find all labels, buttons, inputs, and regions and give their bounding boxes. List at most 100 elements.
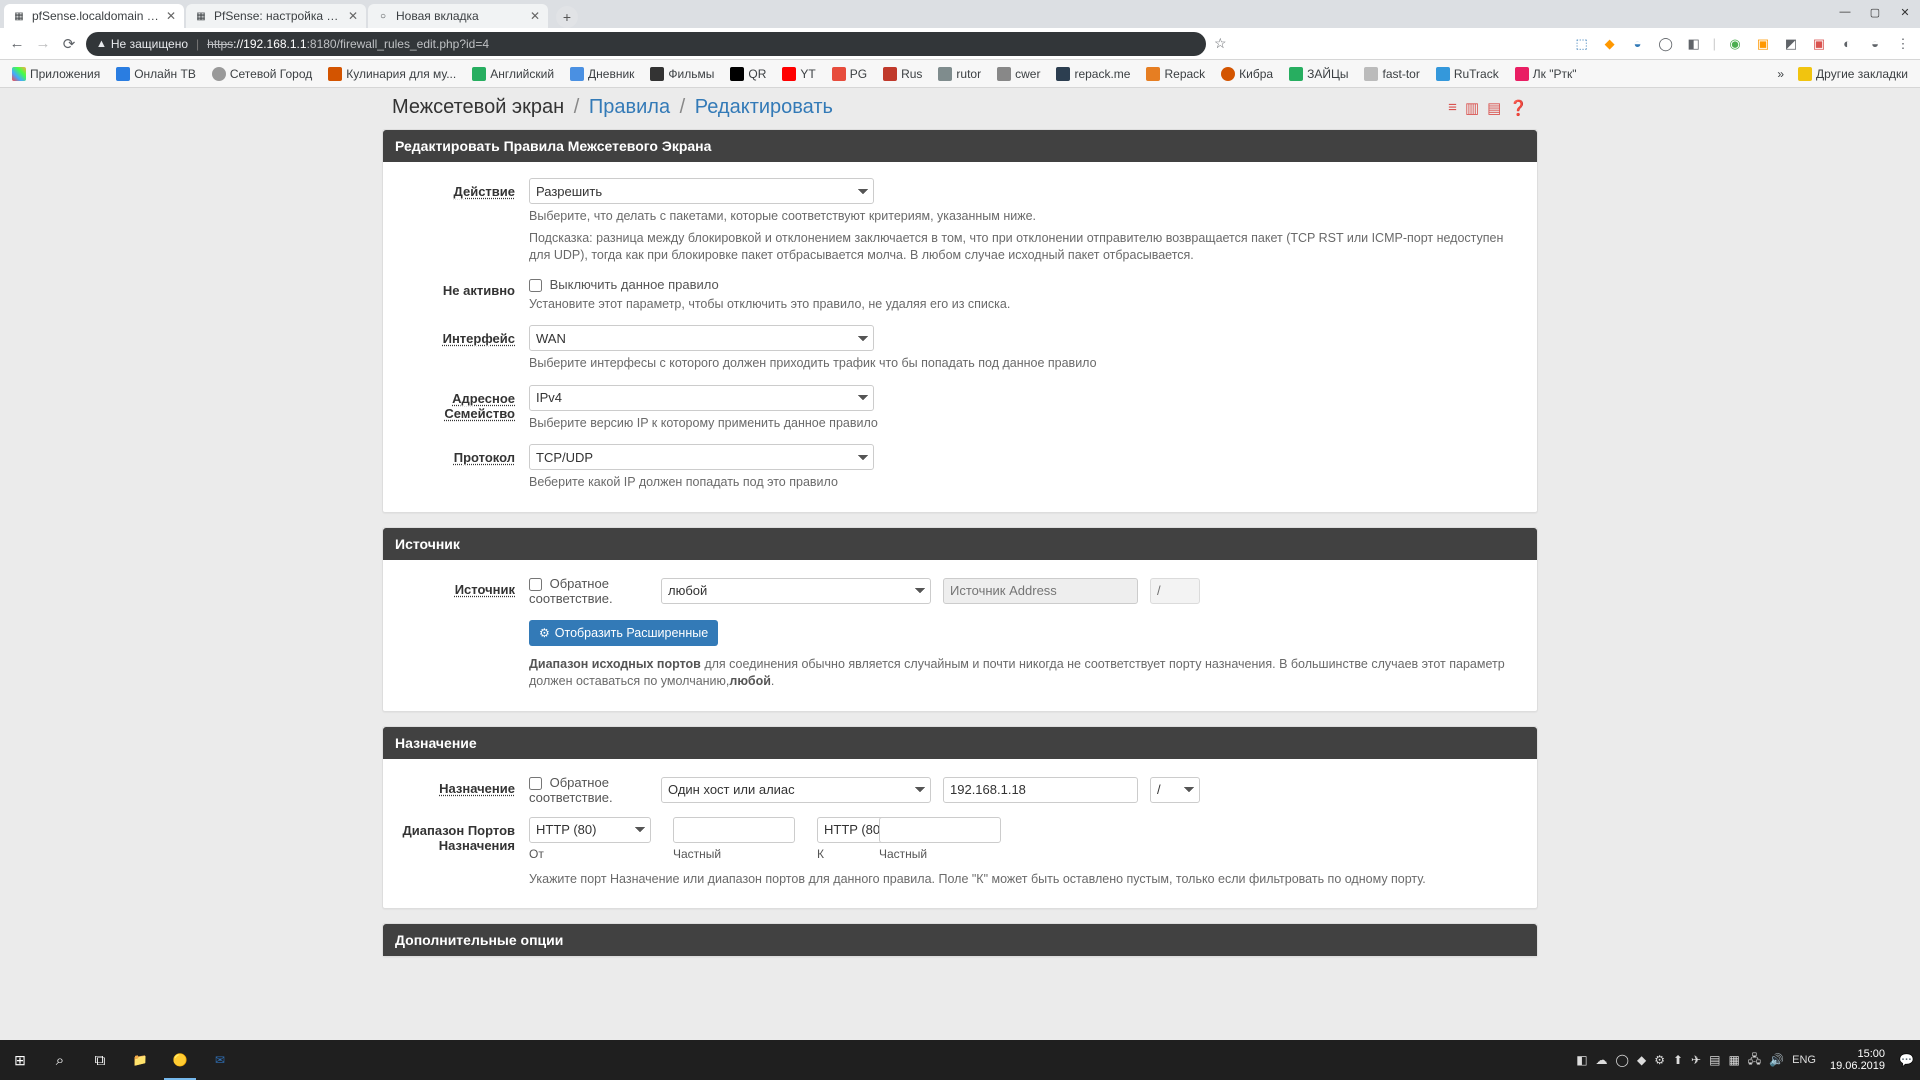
bookmark-item[interactable]: cwer (991, 65, 1046, 83)
volume-icon[interactable]: 🔊 (1769, 1053, 1784, 1067)
back-button[interactable]: ← (8, 35, 26, 52)
tab-title: Новая вкладка (396, 9, 524, 23)
dport-custom-to-input[interactable] (879, 817, 1001, 843)
new-tab-button[interactable]: + (556, 6, 578, 28)
bookmark-item[interactable]: repack.me (1050, 65, 1136, 83)
source-invert-checkbox[interactable] (529, 578, 542, 591)
start-button[interactable]: ⊞ (0, 1040, 40, 1080)
bookmark-item[interactable]: rutor (932, 65, 987, 83)
network-icon[interactable]: 🖧 (1748, 1050, 1761, 1071)
bookmark-item[interactable]: ЗАЙЦы (1283, 65, 1354, 83)
notifications-icon[interactable]: 💬 (1899, 1053, 1914, 1067)
ext-icon[interactable]: ◆ (1601, 35, 1619, 53)
tray-icon[interactable]: ✈ (1691, 1053, 1701, 1067)
bookmark-item[interactable]: Rus (877, 65, 928, 83)
breadcrumb-link-edit[interactable]: Редактировать (695, 96, 833, 118)
search-button[interactable]: ⌕ (40, 1040, 80, 1080)
tray-icon[interactable]: ⬆ (1673, 1053, 1683, 1067)
taskview-button[interactable]: ⧉ (80, 1040, 120, 1080)
tray-icon[interactable]: ◧ (1576, 1053, 1587, 1067)
interface-select[interactable]: WAN (529, 325, 874, 351)
disabled-checkbox-label[interactable]: Выключить данное правило (529, 277, 719, 292)
log-icon[interactable]: ▤ (1487, 99, 1501, 117)
ext-icon[interactable]: ◉ (1726, 35, 1744, 53)
forward-button[interactable]: → (34, 35, 52, 52)
dest-address-input[interactable] (943, 777, 1138, 803)
minimize-button[interactable]: — (1830, 0, 1860, 24)
bookmark-item[interactable]: RuTrack (1430, 65, 1505, 83)
bookmark-item[interactable]: Repack (1140, 65, 1211, 83)
disabled-checkbox[interactable] (529, 279, 542, 292)
dest-mask-select[interactable]: / (1150, 777, 1200, 803)
dest-invert-label[interactable]: Обратное соответствие. (529, 775, 649, 805)
bookmark-item[interactable]: Лк "Ртк" (1509, 65, 1583, 83)
tab-2[interactable]: ▦ PfSense: настройка межсетево… ✕ (186, 4, 366, 28)
tray-icon[interactable]: ⚙ (1654, 1053, 1665, 1067)
address-family-select[interactable]: IPv4 (529, 385, 874, 411)
security-indicator[interactable]: ▲ Не защищено (96, 37, 188, 51)
outlook-app[interactable]: ✉ (200, 1040, 240, 1080)
dest-invert-checkbox[interactable] (529, 777, 542, 790)
avatar-icon[interactable]: ◒ (1866, 35, 1884, 53)
menu-icon[interactable]: ⋮ (1894, 35, 1912, 53)
explorer-app[interactable]: 📁 (120, 1040, 160, 1080)
source-mask-select[interactable]: / (1150, 578, 1200, 604)
maximize-button[interactable]: ▢ (1860, 0, 1890, 24)
ext-icon[interactable]: ◒ (1629, 35, 1647, 53)
bookmark-item[interactable]: QR (724, 65, 772, 83)
help-icon[interactable]: ❓ (1509, 99, 1528, 117)
tab-1[interactable]: ▦ pfSense.localdomain - Межсете… ✕ (4, 4, 184, 28)
taskbar-clock[interactable]: 15:00 19.06.2019 (1824, 1048, 1891, 1072)
breadcrumb-link-rules[interactable]: Правила (589, 96, 670, 118)
dropbox-ext-icon[interactable]: ⬚ (1573, 35, 1591, 53)
bookmark-star-icon[interactable]: ☆ (1214, 35, 1227, 52)
bookmark-item[interactable]: Дневник (564, 65, 640, 83)
chrome-app[interactable]: 🟡 (160, 1040, 200, 1080)
reload-button[interactable]: ⟳ (60, 35, 78, 53)
dest-type-select[interactable]: Один хост или алиас (661, 777, 931, 803)
tray-icon[interactable]: ◯ (1616, 1053, 1629, 1067)
dport-custom-from-input[interactable] (673, 817, 795, 843)
tray-icon[interactable]: ◆ (1637, 1053, 1646, 1067)
close-icon[interactable]: ✕ (166, 9, 176, 23)
language-indicator[interactable]: ENG (1792, 1054, 1816, 1066)
security-text: Не защищено (111, 37, 188, 51)
settings-icon[interactable]: ≡ (1448, 99, 1457, 117)
bookmark-item[interactable]: Кулинария для му... (322, 65, 462, 83)
bookmark-item[interactable]: Сетевой Город (206, 65, 318, 83)
bookmark-item[interactable]: Кибра (1215, 65, 1279, 83)
ext-icon[interactable]: ◧ (1685, 35, 1703, 53)
bookmark-item[interactable]: Онлайн ТВ (110, 65, 202, 83)
window-controls: — ▢ ✕ (1830, 0, 1920, 24)
bookmark-item[interactable]: Фильмы (644, 65, 720, 83)
source-address-input[interactable] (943, 578, 1138, 604)
source-type-select[interactable]: любой (661, 578, 931, 604)
dport-from-select[interactable]: HTTP (80) (529, 817, 651, 843)
tab-3[interactable]: ○ Новая вкладка ✕ (368, 4, 548, 28)
show-advanced-button[interactable]: ⚙ Отобразить Расширенные (529, 620, 718, 646)
address-bar[interactable]: ▲ Не защищено | https://192.168.1.1:8180… (86, 32, 1206, 56)
bookmark-item[interactable]: Английский (466, 65, 560, 83)
close-icon[interactable]: ✕ (348, 9, 358, 23)
tray-icon[interactable]: ▤ (1709, 1053, 1720, 1067)
bookmark-item[interactable]: PG (826, 65, 873, 83)
stats-icon[interactable]: ▥ (1465, 99, 1479, 117)
apps-button[interactable]: Приложения (6, 65, 106, 83)
ext-icon[interactable]: ▣ (1754, 35, 1772, 53)
close-button[interactable]: ✕ (1890, 0, 1920, 24)
page-viewport[interactable]: Межсетевой экран / Правила / Редактирова… (0, 88, 1920, 1040)
tray-icon[interactable]: ▦ (1728, 1053, 1739, 1067)
bookmark-item[interactable]: fast-tor (1358, 65, 1425, 83)
action-select[interactable]: Разрешить (529, 178, 874, 204)
protocol-select[interactable]: TCP/UDP (529, 444, 874, 470)
ext-icon[interactable]: ▣ (1810, 35, 1828, 53)
close-icon[interactable]: ✕ (530, 9, 540, 23)
source-invert-label[interactable]: Обратное соответствие. (529, 576, 649, 606)
overflow-icon[interactable]: » (1773, 67, 1788, 81)
ext-icon[interactable]: ◯ (1657, 35, 1675, 53)
ext-icon[interactable]: ◐ (1838, 35, 1856, 53)
bookmark-item[interactable]: YT (776, 65, 821, 83)
ext-icon[interactable]: ◩ (1782, 35, 1800, 53)
other-bookmarks[interactable]: Другие закладки (1792, 65, 1914, 83)
tray-icon[interactable]: ☁ (1596, 1053, 1608, 1067)
